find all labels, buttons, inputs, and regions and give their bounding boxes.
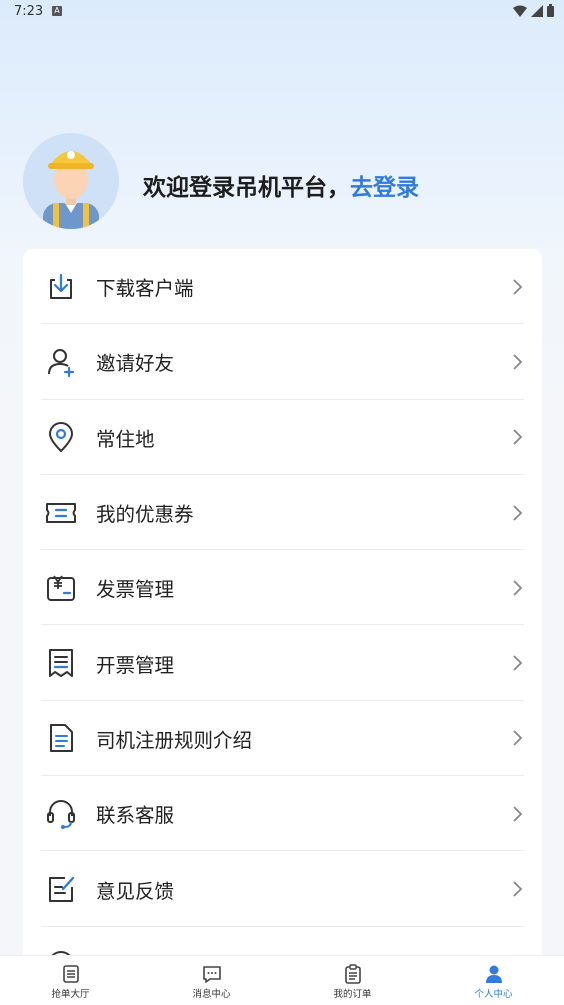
tab-label: 个人中心 bbox=[474, 989, 513, 1000]
clipboard-icon bbox=[344, 964, 361, 984]
menu-item-label: 我的优惠券 bbox=[96, 503, 194, 527]
menu-item-label: 下载客户端 bbox=[96, 277, 194, 301]
avatar[interactable] bbox=[23, 133, 119, 229]
menu-item-download-client[interactable]: 下载客户端 bbox=[23, 249, 542, 325]
receipt-icon bbox=[49, 649, 73, 678]
chevron-right-icon bbox=[513, 504, 523, 521]
chevron-right-icon bbox=[513, 429, 523, 445]
worker-avatar-icon bbox=[23, 133, 119, 229]
menu-item-label: 司机注册规则介绍 bbox=[96, 728, 253, 752]
coupon-icon bbox=[46, 502, 76, 523]
chevron-right-icon bbox=[513, 279, 523, 295]
document-icon bbox=[50, 724, 73, 753]
login-link[interactable]: 去登录 bbox=[350, 175, 419, 201]
menu-item-feedback[interactable]: 意见反馈 bbox=[23, 851, 542, 927]
status-icons bbox=[513, 4, 554, 17]
tab-my-orders[interactable]: 我的订单 bbox=[282, 956, 423, 1005]
bottom-tab-bar: 抢单大厅 消息中心 我的订单 个人中心 bbox=[0, 955, 564, 1005]
chevron-right-icon bbox=[513, 806, 523, 822]
wifi-icon bbox=[513, 5, 527, 17]
chevron-right-icon bbox=[513, 354, 523, 370]
download-icon bbox=[50, 273, 72, 299]
invoice-yen-icon bbox=[47, 575, 75, 601]
menu-item-label: 发票管理 bbox=[96, 578, 175, 602]
tab-personal-center[interactable]: 个人中心 bbox=[423, 956, 564, 1005]
chevron-right-icon bbox=[513, 730, 523, 747]
menu-item-residence[interactable]: 常住地 bbox=[23, 400, 542, 475]
menu-item-billing-management[interactable]: 开票管理 bbox=[23, 625, 542, 701]
tab-message-center[interactable]: 消息中心 bbox=[141, 956, 282, 1005]
add-user-icon bbox=[48, 348, 75, 378]
tab-order-hall[interactable]: 抢单大厅 bbox=[0, 956, 141, 1005]
welcome-text: 欢迎登录吊机平台， bbox=[143, 175, 350, 201]
signal-icon bbox=[531, 4, 543, 17]
person-icon bbox=[485, 965, 502, 983]
menu-item-invoice-management[interactable]: 发票管理 bbox=[23, 550, 542, 626]
menu-card: 下载客户端 邀请好友 常住地 我的优惠券 发票管理 开票管理 司机注册规则介绍 bbox=[23, 249, 542, 969]
chevron-right-icon bbox=[513, 580, 523, 596]
tab-label: 消息中心 bbox=[192, 989, 231, 1000]
chevron-right-icon bbox=[513, 655, 523, 671]
profile-header: 欢迎登录吊机平台，去登录 bbox=[23, 133, 543, 229]
menu-item-label: 邀请好友 bbox=[96, 352, 175, 376]
menu-item-invite-friends[interactable]: 邀请好友 bbox=[23, 324, 542, 400]
location-pin-icon bbox=[49, 422, 73, 453]
status-bar: 7:23 A bbox=[0, 0, 564, 24]
menu-item-label: 联系客服 bbox=[96, 804, 175, 828]
a-icon: A bbox=[52, 6, 62, 16]
message-icon bbox=[202, 966, 221, 983]
welcome-message: 欢迎登录吊机平台，去登录 bbox=[143, 168, 419, 202]
edit-note-icon bbox=[49, 876, 75, 903]
tab-label: 抢单大厅 bbox=[51, 989, 90, 1000]
menu-item-driver-registration-rules[interactable]: 司机注册规则介绍 bbox=[23, 701, 542, 777]
menu-item-label: 常住地 bbox=[96, 427, 155, 451]
list-icon bbox=[62, 965, 79, 983]
chevron-right-icon bbox=[513, 881, 523, 897]
status-time: 7:23 bbox=[14, 4, 44, 19]
battery-icon bbox=[547, 4, 554, 17]
menu-item-label: 意见反馈 bbox=[96, 879, 175, 903]
menu-item-label: 开票管理 bbox=[96, 653, 175, 677]
menu-item-my-coupons[interactable]: 我的优惠券 bbox=[23, 475, 542, 551]
tab-label: 我的订单 bbox=[333, 989, 372, 1000]
menu-item-contact-support[interactable]: 联系客服 bbox=[23, 776, 542, 852]
headset-icon bbox=[47, 799, 75, 829]
